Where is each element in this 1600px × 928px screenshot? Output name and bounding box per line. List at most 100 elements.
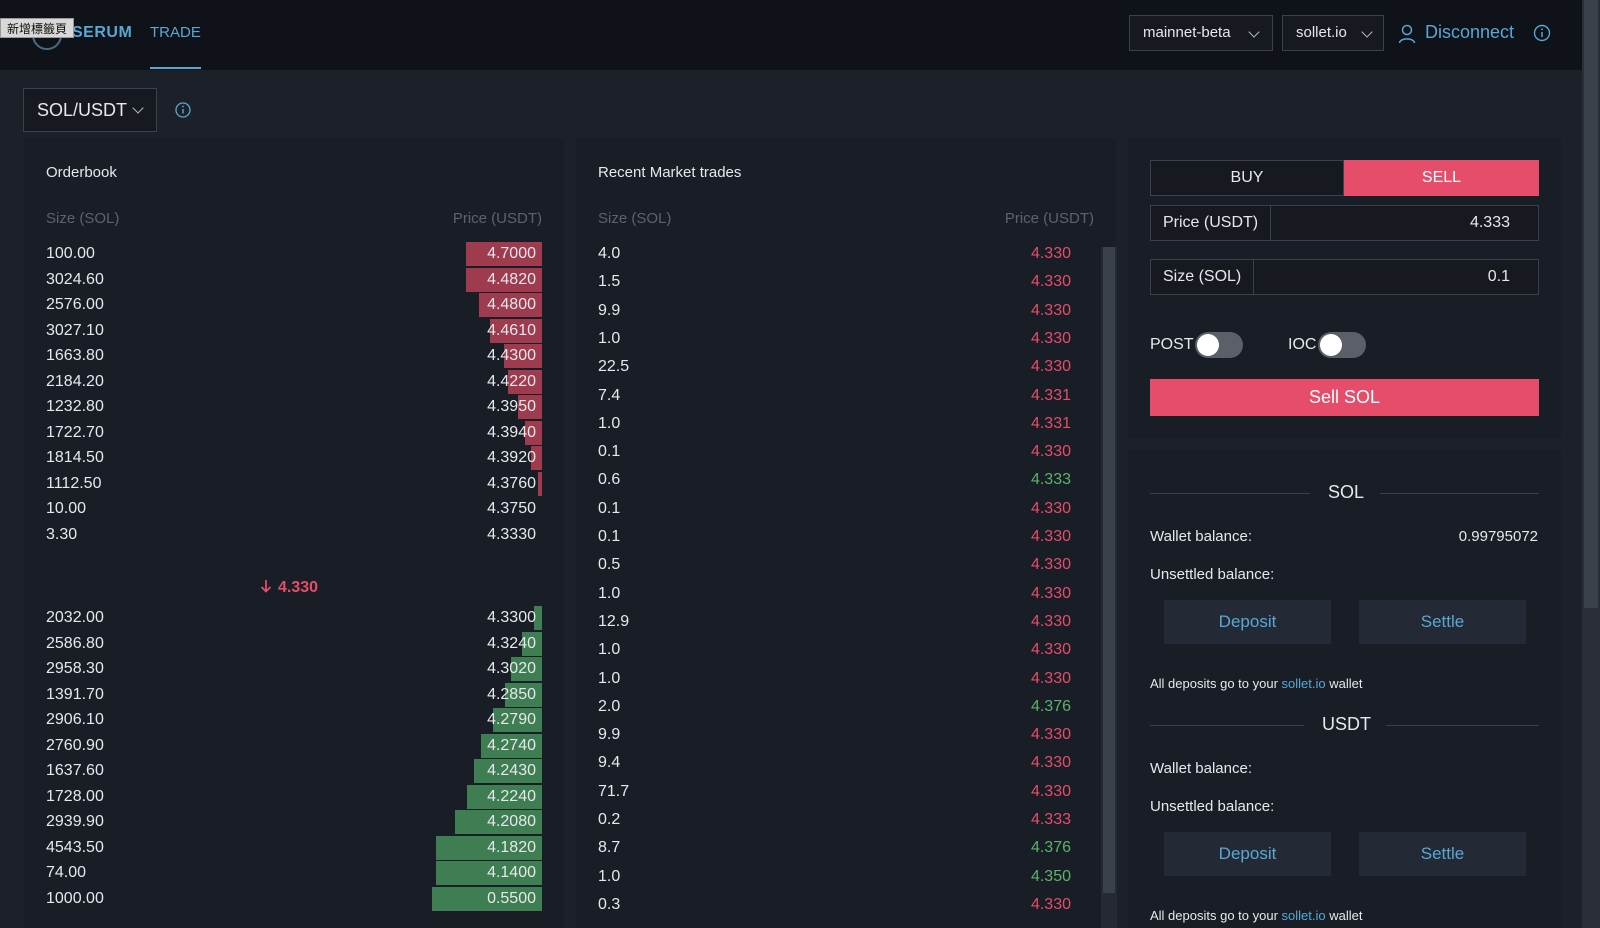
orderbook-bid-row[interactable]: 2760.90 4.2740 [24,733,564,759]
orderbook-size: 2586.80 [46,634,104,652]
orderbook-bid-row[interactable]: 2906.10 4.2790 [24,708,564,733]
ioc-toggle[interactable] [1318,332,1366,358]
usdt-deposit-button[interactable]: Deposit [1164,832,1331,876]
sollet-link[interactable]: sollet.io [1282,908,1326,923]
orderbook-bid-row[interactable]: 2032.00 4.3300 [24,606,564,631]
trade-row: 71.7 4.330 [576,780,1116,809]
submit-sell-button[interactable]: Sell SOL [1150,379,1539,416]
sol-settle-button[interactable]: Settle [1359,600,1526,644]
orderbook-price[interactable]: 4.3950 [487,398,536,416]
orderbook-ask-row[interactable]: 3024.60 4.4820 [24,267,564,293]
orderbook-bid-row[interactable]: 2939.90 4.2080 [24,810,564,835]
orderbook-bid-row[interactable]: 4543.50 4.1820 [24,835,564,861]
price-input[interactable]: Price (USDT) 4.333 [1150,205,1539,241]
sell-tab-button[interactable]: SELL [1344,160,1539,196]
orderbook-ask-row[interactable]: 1232.80 4.3950 [24,395,564,420]
sol-deposit-note: All deposits go to your sollet.io wallet [1150,676,1362,691]
orderbook-price[interactable]: 4.3330 [487,526,536,544]
orderbook-bid-row[interactable]: 2586.80 4.3240 [24,631,564,657]
trade-price: 4.330 [1030,443,1071,461]
arrow-down-icon [260,580,272,593]
orderbook-bid-row[interactable]: 74.00 4.1400 [24,861,564,886]
trade-row: 9.9 4.330 [576,723,1116,752]
nav-trade[interactable]: TRADE [150,24,201,41]
market-info-icon[interactable] [174,101,192,119]
orderbook-bid-row[interactable]: 1728.00 4.2240 [24,784,564,810]
orderbook-size: 100.00 [46,245,95,262]
orderbook-price[interactable]: 4.2790 [487,711,536,729]
sollet-link[interactable]: sollet.io [1282,676,1326,691]
trade-size: 0.5 [598,556,621,574]
price-input-value[interactable]: 4.333 [1470,206,1510,240]
orderbook-price[interactable]: 4.2850 [487,686,536,704]
market-select[interactable]: SOL/USDT [23,88,157,132]
orderbook-bid-row[interactable]: 1391.70 4.2850 [24,682,564,708]
orderbook-ask-row[interactable]: 1722.70 4.3940 [24,420,564,446]
trade-row: 1.0 4.350 [576,865,1116,894]
orderbook-price[interactable]: 4.3020 [487,660,536,678]
usdt-settle-button[interactable]: Settle [1359,832,1526,876]
logo-text[interactable]: SERUM [72,24,132,42]
orderbook-price[interactable]: 4.4800 [487,296,536,314]
buy-tab-button[interactable]: BUY [1150,160,1344,196]
orderbook-ask-row[interactable]: 2184.20 4.4220 [24,369,564,395]
orderbook-price[interactable]: 4.2240 [487,788,536,806]
orderbook-bid-row[interactable]: 2958.30 4.3020 [24,657,564,682]
trade-row: 12.9 4.330 [576,610,1116,639]
orderbook-ask-row[interactable]: 1112.50 4.3760 [24,471,564,497]
new-tab-tooltip: 新增標籤頁 [0,18,75,38]
orderbook-price[interactable]: 4.2430 [487,762,536,780]
orderbook-price[interactable]: 4.3300 [487,609,536,627]
orderbook-ask-row[interactable]: 3.30 4.3330 [24,523,564,548]
orderbook-ask-row[interactable]: 3027.10 4.4610 [24,318,564,344]
orderbook-ask-row[interactable]: 10.00 4.3750 [24,497,564,522]
orderbook-price[interactable]: 4.4300 [487,347,536,365]
divider [1150,725,1304,726]
orderbook-price[interactable]: 0.5500 [487,890,536,908]
orderbook-price[interactable]: 4.1400 [487,864,536,882]
size-input[interactable]: Size (SOL) 0.1 [1150,259,1539,295]
trade-size: 12.9 [598,612,630,630]
orderbook-price[interactable]: 4.3920 [487,449,536,467]
trade-row: 4.0 4.330 [576,242,1116,271]
orderbook-price[interactable]: 4.3760 [487,475,536,493]
orderbook-price[interactable]: 4.4220 [487,373,536,391]
orderbook-bid-row[interactable]: 1000.00 0.5500 [24,886,564,912]
orderbook-price[interactable]: 4.2080 [487,813,536,831]
trades-scrollbar-thumb[interactable] [1103,247,1115,893]
wallet-provider-select[interactable]: sollet.io [1282,15,1384,51]
sol-deposit-button[interactable]: Deposit [1164,600,1331,644]
trade-row: 0.3 4.330 [576,893,1116,922]
orderbook-price[interactable]: 4.3750 [487,500,536,518]
size-input-value[interactable]: 0.1 [1488,260,1510,294]
orderbook-price[interactable]: 4.2740 [487,737,536,755]
orderbook-size: 2032.00 [46,609,104,626]
chevron-down-icon [1361,26,1373,38]
post-toggle[interactable] [1195,332,1243,358]
orderbook-price[interactable]: 4.1820 [487,839,536,857]
orderbook-price[interactable]: 4.7000 [487,245,536,263]
info-icon[interactable] [1533,24,1551,42]
orderbook-price[interactable]: 4.3940 [487,424,536,442]
trade-size: 9.9 [598,301,621,319]
network-select[interactable]: mainnet-beta [1129,15,1273,51]
orderbook-ask-row[interactable]: 2576.00 4.4800 [24,293,564,318]
user-icon [1398,24,1416,44]
disconnect-button[interactable]: Disconnect [1425,22,1514,43]
sol-section-title: SOL [1328,482,1365,502]
orderbook-title: Orderbook [46,164,117,181]
orderbook-size: 10.00 [46,500,87,517]
trade-row: 0.5 4.330 [576,553,1116,582]
orderbook-price[interactable]: 4.3240 [487,635,536,653]
orderbook-bid-row[interactable]: 1637.60 4.2430 [24,759,564,784]
orderbook-ask-row[interactable]: 1663.80 4.4300 [24,344,564,369]
orderbook-ask-row[interactable]: 100.00 4.7000 [24,242,564,267]
trade-price: 4.330 [1030,584,1071,602]
orderbook-price[interactable]: 4.4820 [487,271,536,289]
note-text: All deposits go to your [1150,908,1282,923]
orderbook-price[interactable]: 4.4610 [487,322,536,340]
trades-price-header: Price (USDT) [1004,210,1094,227]
orderbook-ask-row[interactable]: 1814.50 4.3920 [24,446,564,471]
page-scrollbar-thumb[interactable] [1584,0,1598,608]
orderbook-panel: Orderbook Size (SOL) Price (USDT) 100.00… [24,138,564,928]
